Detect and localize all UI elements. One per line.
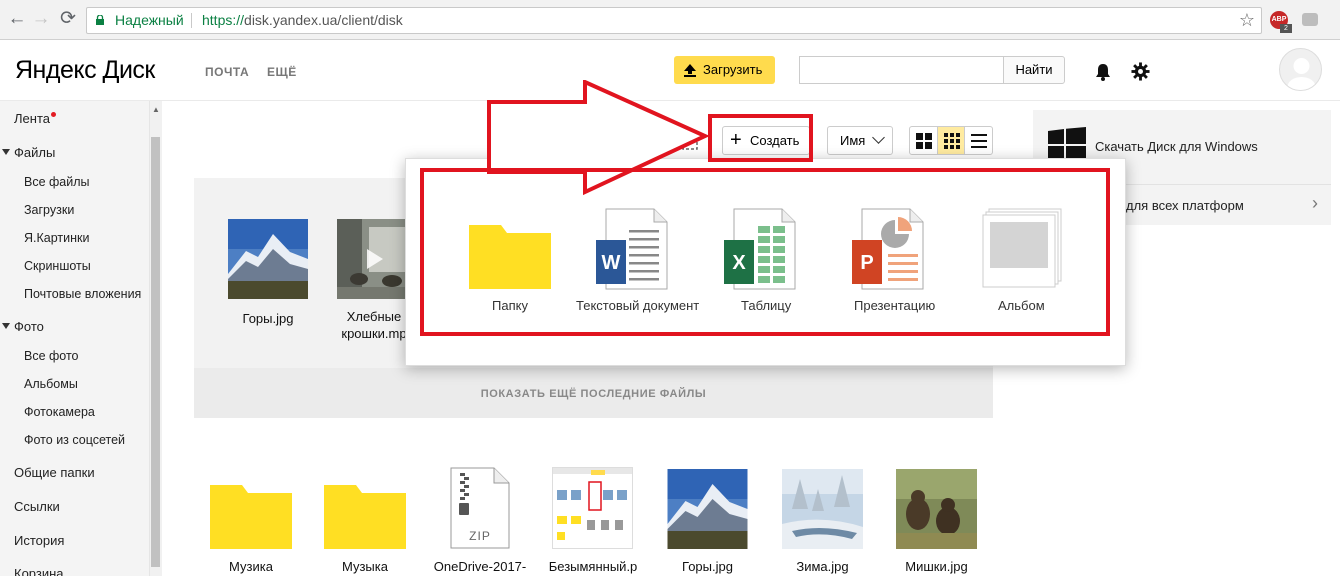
file-caption-bears: Мишки.jpg bbox=[905, 559, 968, 574]
collapse-triangle-icon bbox=[2, 323, 10, 329]
logo-yandex: Яндекс bbox=[15, 56, 97, 84]
collapse-triangle-icon bbox=[2, 149, 10, 155]
promo-all-platforms-link[interactable]: для всех платформ bbox=[1126, 198, 1244, 213]
sidebar-photo-label: Фото bbox=[14, 319, 44, 334]
zip-file-icon[interactable]: ZIP bbox=[450, 467, 510, 549]
file-caption-onedrive: OneDrive-2017- bbox=[433, 559, 527, 574]
bears-file-thumb[interactable] bbox=[896, 469, 977, 549]
large-grid-icon bbox=[916, 133, 932, 149]
sidebar-item-links[interactable]: Ссылки bbox=[14, 499, 60, 514]
sidebar-item-camera[interactable]: Фотокамера bbox=[24, 405, 95, 419]
reload-icon[interactable]: ⟳ bbox=[57, 8, 79, 30]
nav-mail-link[interactable]: ПОЧТА bbox=[205, 65, 249, 79]
logo-disk: Диск bbox=[102, 56, 156, 84]
file-caption-muzyka: Музыка bbox=[342, 559, 388, 574]
sidebar-item-history[interactable]: История bbox=[14, 533, 64, 548]
sidebar-files-label: Файлы bbox=[14, 145, 56, 160]
recent-thumb-video[interactable] bbox=[337, 219, 409, 299]
upload-arrow-icon bbox=[684, 64, 696, 77]
search-input[interactable] bbox=[799, 56, 1005, 84]
scroll-up-arrow-icon[interactable]: ▲ bbox=[152, 105, 160, 114]
bookmark-star-icon[interactable]: ☆ bbox=[1239, 8, 1255, 33]
bell-icon[interactable] bbox=[1094, 63, 1112, 81]
sidebar-scroll-thumb[interactable] bbox=[151, 137, 160, 567]
video-photo-image bbox=[337, 219, 409, 299]
nav-more-link[interactable]: ЕЩЁ bbox=[267, 65, 297, 79]
file-caption-mountains: Горы.jpg bbox=[682, 559, 733, 574]
search-button[interactable]: Найти bbox=[1003, 56, 1065, 84]
forward-icon[interactable]: → bbox=[30, 8, 52, 30]
folder-icon[interactable] bbox=[324, 481, 406, 549]
recent-caption-mountains: Горы.jpg bbox=[242, 311, 294, 326]
winter-photo-image bbox=[782, 469, 863, 549]
back-icon[interactable]: ← bbox=[6, 8, 28, 30]
url-text[interactable]: https://disk.yandex.ua/client/disk bbox=[202, 8, 403, 33]
recent-thumb-mountains[interactable] bbox=[228, 219, 308, 299]
mountain-photo-image bbox=[667, 469, 748, 549]
sidebar-item-all-photos[interactable]: Все фото bbox=[24, 349, 79, 363]
bears-photo-image bbox=[896, 469, 977, 549]
file-caption-muzika: Музика bbox=[229, 559, 273, 574]
screenshot-file-thumb[interactable] bbox=[552, 467, 633, 549]
file-caption-winter: Зима.jpg bbox=[796, 559, 849, 574]
annotation-box-menu bbox=[420, 168, 1110, 336]
upload-label: Загрузить bbox=[703, 62, 763, 77]
sidebar-item-mail-attachments[interactable]: Почтовые вложения bbox=[24, 287, 141, 301]
sidebar-item-feed[interactable]: Лента bbox=[14, 111, 56, 126]
view-list-button[interactable] bbox=[965, 127, 993, 154]
mountains-file-thumb[interactable] bbox=[667, 469, 748, 549]
yandex-disk-logo[interactable]: Яндекс Диск bbox=[15, 56, 155, 85]
sidebar-item-albums[interactable]: Альбомы bbox=[24, 377, 78, 391]
show-more-recent-button[interactable]: ПОКАЗАТЬ ЕЩЁ ПОСЛЕДНИЕ ФАЙЛЫ bbox=[194, 368, 993, 418]
url-scheme: https:// bbox=[202, 12, 245, 28]
address-separator bbox=[191, 13, 192, 28]
mountain-photo-image bbox=[228, 219, 308, 299]
sidebar-item-downloads[interactable]: Загрузки bbox=[24, 203, 74, 217]
user-avatar[interactable] bbox=[1279, 48, 1322, 91]
sidebar-item-photo[interactable]: Фото bbox=[2, 319, 44, 334]
folder-icon[interactable] bbox=[210, 481, 292, 549]
address-bar[interactable]: Надежный https://disk.yandex.ua/client/d… bbox=[86, 7, 1262, 34]
zip-label: ZIP bbox=[469, 529, 491, 543]
view-large-tiles-button[interactable] bbox=[910, 127, 938, 154]
sidebar-item-all-files[interactable]: Все файлы bbox=[24, 175, 90, 189]
browser-toolbar: ← → ⟳ Надежный https://disk.yandex.ua/cl… bbox=[0, 0, 1340, 40]
adblock-count-badge: 2 bbox=[1280, 24, 1292, 33]
gear-icon[interactable] bbox=[1131, 62, 1150, 81]
sidebar-item-shared-folders[interactable]: Общие папки bbox=[14, 465, 95, 480]
sidebar-item-ya-images[interactable]: Я.Картинки bbox=[24, 231, 89, 245]
sidebar-item-screenshots[interactable]: Скриншоты bbox=[24, 259, 91, 273]
extension-camera-icon[interactable] bbox=[1302, 13, 1318, 26]
chevron-down-icon bbox=[872, 131, 885, 144]
view-switcher bbox=[909, 126, 993, 155]
sidebar-item-trash[interactable]: Корзина bbox=[14, 566, 64, 576]
promo-download-windows-link[interactable]: Скачать Диск для Windows bbox=[1095, 139, 1258, 154]
view-small-tiles-button[interactable] bbox=[937, 127, 965, 154]
small-grid-icon bbox=[944, 133, 960, 149]
sort-dropdown[interactable]: Имя bbox=[827, 126, 893, 155]
annotation-box-create bbox=[708, 114, 813, 162]
sidebar-item-social-photos[interactable]: Фото из соцсетей bbox=[24, 433, 125, 447]
user-silhouette-icon bbox=[1287, 58, 1316, 90]
url-path: disk.yandex.ua/client/disk bbox=[244, 12, 403, 28]
sidebar-feed-label: Лента bbox=[14, 111, 50, 126]
screenshot-preview-image bbox=[553, 468, 632, 540]
chevron-right-icon[interactable]: › bbox=[1312, 193, 1318, 214]
sort-label: Имя bbox=[840, 133, 866, 148]
unread-dot-icon bbox=[50, 112, 56, 117]
list-icon bbox=[971, 134, 987, 148]
sidebar-item-files[interactable]: Файлы bbox=[2, 145, 55, 160]
secure-label: Надежный bbox=[115, 12, 184, 28]
lock-icon bbox=[96, 15, 104, 25]
winter-file-thumb[interactable] bbox=[782, 469, 863, 549]
file-caption-untitled: Безымянный.р bbox=[548, 559, 638, 574]
